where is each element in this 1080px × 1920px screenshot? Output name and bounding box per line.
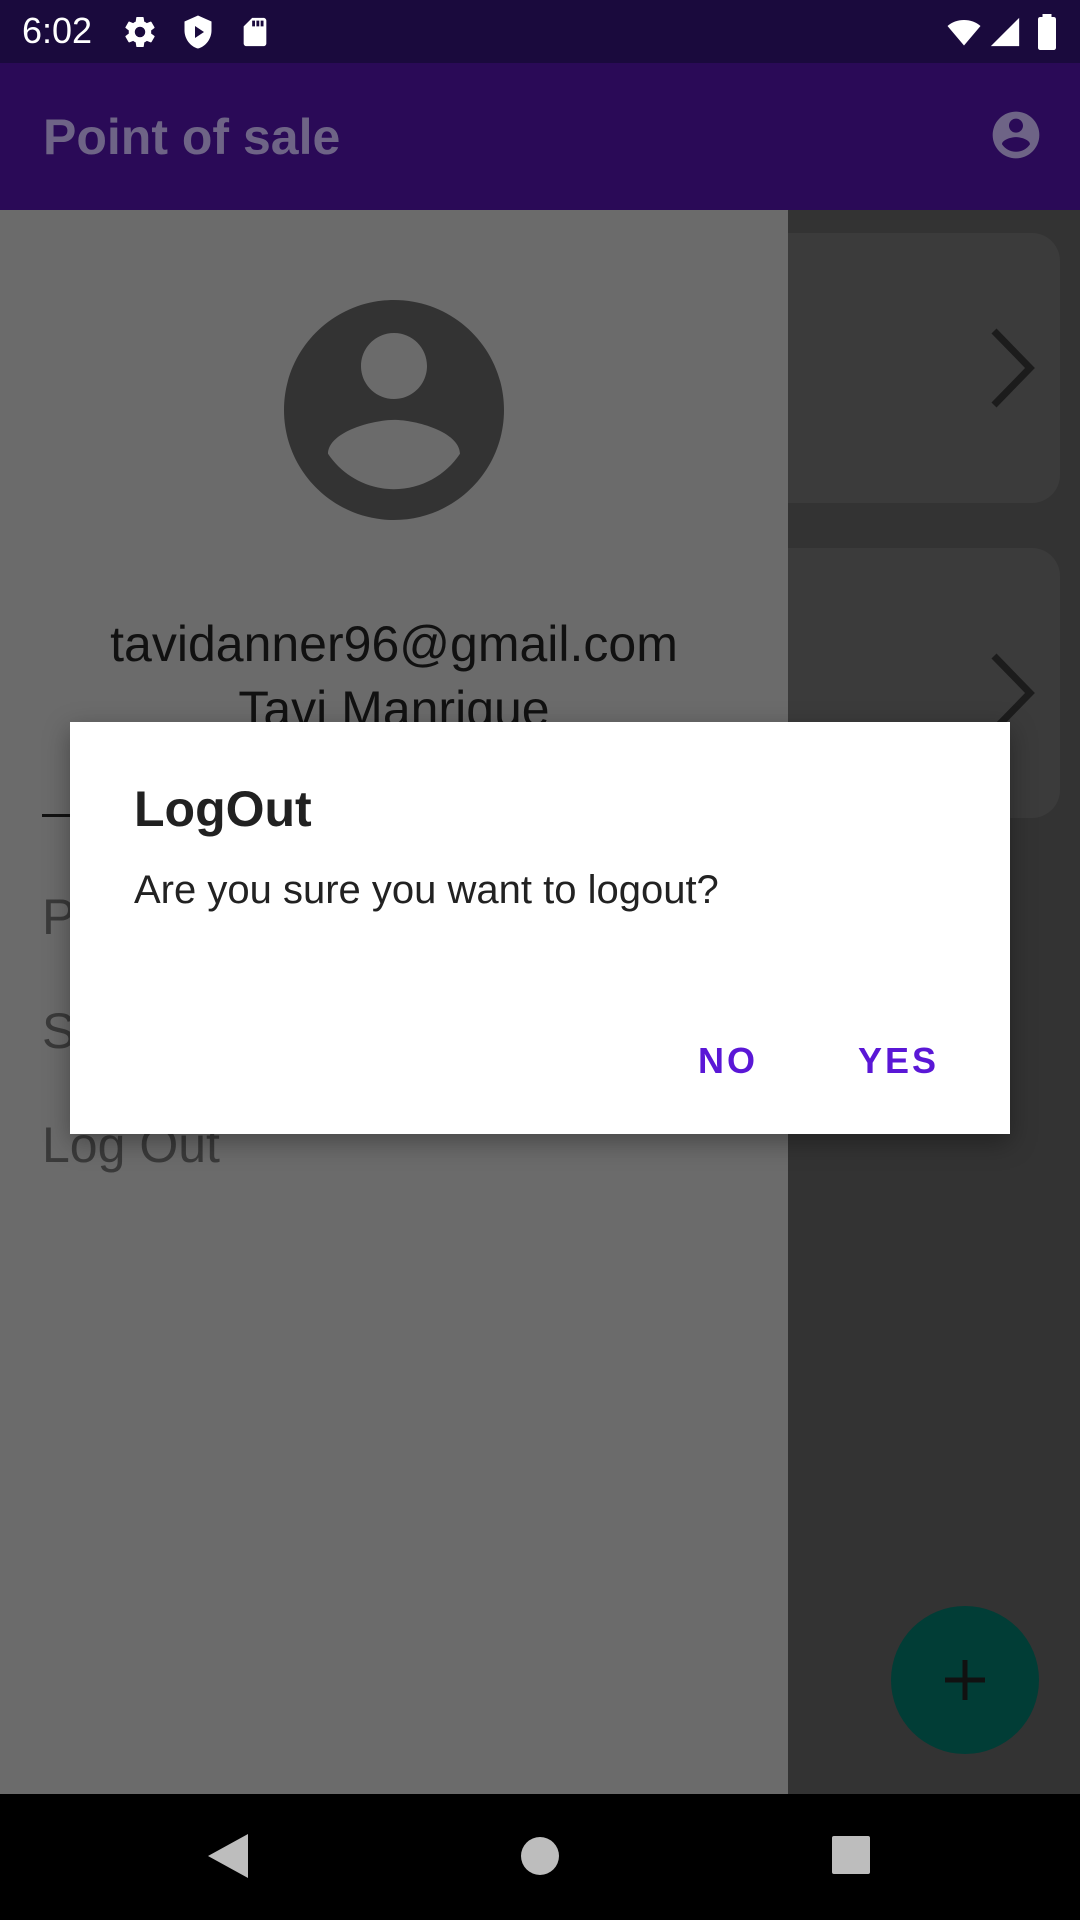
chevron-right-icon	[980, 323, 1060, 423]
list-card[interactable]	[760, 233, 1060, 503]
dialog-message: Are you sure you want to logout?	[134, 868, 719, 912]
dialog-title: LogOut	[134, 781, 312, 837]
battery-icon	[1036, 14, 1058, 55]
back-icon[interactable]	[204, 1830, 250, 1887]
account-circle-icon[interactable]	[988, 107, 1044, 163]
logout-dialog: LogOut Are you sure you want to logout? …	[70, 722, 1010, 1134]
sd-card-icon	[238, 14, 272, 55]
yes-button[interactable]: YES	[858, 1040, 939, 1082]
avatar-icon	[262, 278, 526, 542]
shield-icon	[180, 14, 216, 55]
signal-icon	[988, 14, 1022, 55]
status-time: 6:02	[22, 10, 93, 51]
add-fab-button[interactable]	[891, 1606, 1039, 1754]
plus-icon	[941, 1656, 989, 1709]
recents-icon[interactable]	[830, 1830, 872, 1887]
no-button[interactable]: NO	[698, 1040, 758, 1082]
status-bar: 6:02	[0, 0, 1080, 63]
home-icon[interactable]	[520, 1830, 560, 1887]
settings-icon	[122, 14, 158, 55]
app-title: Point of sale	[43, 109, 341, 165]
system-nav-bar	[0, 1794, 1080, 1920]
user-email: tavidanner96@gmail.com	[110, 616, 678, 672]
wifi-icon	[944, 14, 984, 55]
app-bar: Point of sale	[0, 63, 1080, 210]
